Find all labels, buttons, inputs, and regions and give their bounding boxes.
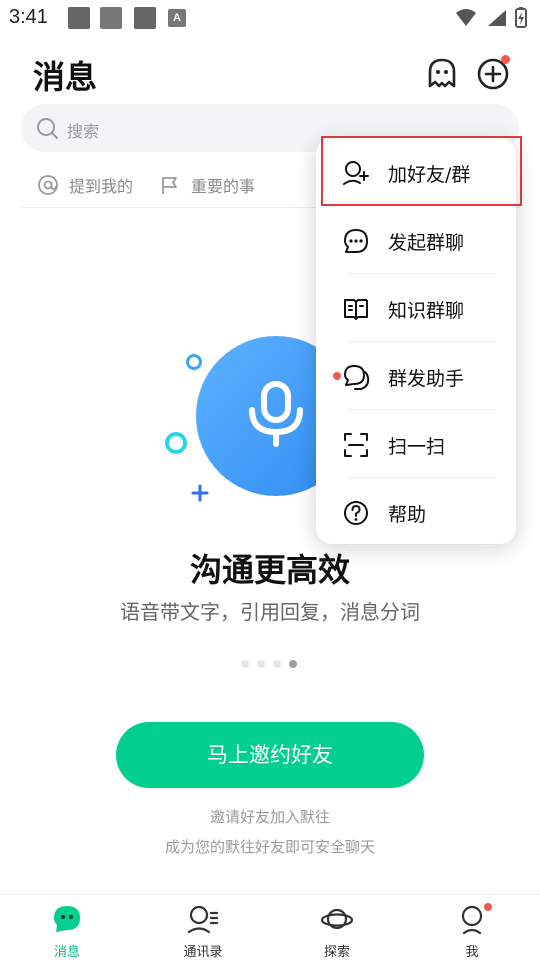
message-icon bbox=[54, 906, 80, 932]
invite-friends-button[interactable]: 马上邀约好友 bbox=[116, 722, 424, 788]
decor-circle bbox=[186, 354, 202, 370]
menu-item-label: 加好友/群 bbox=[388, 164, 471, 186]
tab-explore[interactable]: 探索 bbox=[287, 901, 387, 960]
pager-dot bbox=[241, 660, 249, 668]
notification-icon bbox=[68, 7, 90, 29]
help-icon bbox=[344, 501, 368, 525]
menu-item-scan[interactable]: 扫一扫 bbox=[316, 410, 516, 478]
scan-icon bbox=[344, 433, 368, 457]
menu-item-badge bbox=[333, 372, 341, 380]
menu-item-start-group-chat[interactable]: 发起群聊 bbox=[316, 206, 516, 274]
notification-badge bbox=[484, 903, 492, 911]
filter-mentions[interactable]: 提到我的 bbox=[37, 170, 133, 200]
filter-label: 重要的事 bbox=[191, 177, 256, 196]
invite-note: 成为您的默往好友即可安全聊天 bbox=[164, 838, 375, 856]
menu-item-help[interactable]: 帮助 bbox=[316, 478, 516, 546]
tab-label: 通讯录 bbox=[183, 945, 223, 960]
decor-plus-icon bbox=[191, 484, 209, 502]
book-icon bbox=[344, 299, 368, 320]
tab-me[interactable]: 我 bbox=[422, 901, 522, 960]
page-title: 消息 bbox=[33, 58, 98, 96]
contacts-icon bbox=[187, 905, 219, 934]
image-notification-icon bbox=[100, 7, 122, 29]
planet-icon bbox=[321, 908, 353, 930]
status-bar: 3:41 A bbox=[0, 0, 540, 36]
hero-subline: 语音带文字，引用回复，消息分词 bbox=[120, 600, 420, 624]
tab-contacts[interactable]: 通讯录 bbox=[153, 901, 253, 960]
menu-item-knowledge-group[interactable]: 知识群聊 bbox=[316, 274, 516, 342]
chat-bubble-icon bbox=[344, 229, 368, 253]
microphone-icon bbox=[249, 381, 303, 447]
tab-label: 消息 bbox=[53, 945, 80, 960]
ghost-icon[interactable] bbox=[422, 54, 462, 94]
menu-item-label: 扫一扫 bbox=[388, 436, 446, 458]
filter-important[interactable]: 重要的事 bbox=[159, 170, 255, 200]
status-time: 3:41 bbox=[9, 6, 48, 28]
flag-icon bbox=[162, 177, 177, 194]
notification-icon bbox=[134, 7, 156, 29]
add-menu-popup: 加好友/群 发起群聊 知识群聊 群发助手 扫一扫 帮助 bbox=[316, 138, 516, 546]
pager-dot bbox=[273, 660, 281, 668]
filter-label: 提到我的 bbox=[69, 177, 134, 196]
notification-badge bbox=[501, 55, 510, 64]
invite-note: 邀请好友加入默往 bbox=[209, 808, 330, 826]
pager-dot bbox=[257, 660, 265, 668]
search-icon bbox=[37, 118, 58, 139]
at-icon bbox=[38, 175, 58, 195]
pager-dots bbox=[241, 660, 297, 668]
menu-item-label: 群发助手 bbox=[388, 368, 465, 390]
signal-battery-icons bbox=[456, 7, 527, 28]
pager-dot-active bbox=[289, 660, 297, 668]
broadcast-icon bbox=[344, 365, 370, 390]
menu-item-label: 知识群聊 bbox=[388, 300, 465, 322]
divider bbox=[347, 545, 495, 546]
decor-circle bbox=[165, 432, 187, 454]
tab-label: 探索 bbox=[323, 945, 350, 960]
hero-headline: 沟通更高效 bbox=[189, 551, 350, 589]
menu-item-label: 发起群聊 bbox=[388, 232, 465, 254]
add-contact-icon bbox=[343, 161, 369, 185]
menu-item-broadcast-assistant[interactable]: 群发助手 bbox=[316, 342, 516, 410]
tab-label: 我 bbox=[465, 945, 479, 960]
tab-messages[interactable]: 消息 bbox=[17, 901, 117, 960]
accessibility-icon: A bbox=[168, 9, 186, 27]
menu-item-add-friend-group[interactable]: 加好友/群 bbox=[316, 138, 516, 206]
search-placeholder: 搜索 bbox=[67, 122, 100, 141]
bottom-nav: 消息 通讯录 探索 我 bbox=[0, 894, 540, 960]
menu-item-label: 帮助 bbox=[388, 504, 427, 526]
